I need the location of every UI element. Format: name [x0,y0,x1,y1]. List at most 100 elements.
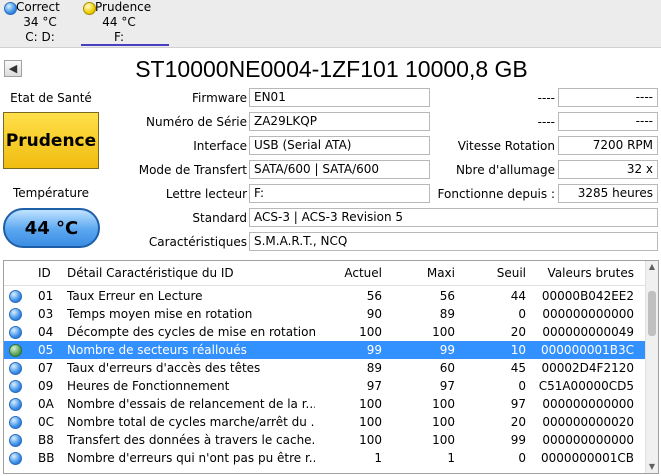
disk-tab-drives: C: D: [25,30,55,44]
smart-row[interactable]: 04 Décompte des cycles de mise en rotatio… [4,323,647,341]
interface-value: USB (Serial ATA) [249,136,430,155]
col-threshold-header[interactable]: Seuil [464,266,526,280]
disk-tab-status: Prudence [95,0,152,14]
smart-row[interactable]: 03 Temps moyen mise en rotation 90 89 0 00000… [4,305,647,323]
attr-id: 01 [38,289,54,303]
attr-name: Transfert des données à travers le cache… [67,433,315,447]
status-dot-icon [9,416,22,429]
attr-worst: 60 [439,361,455,375]
interface-label: Interface [193,139,247,153]
status-dot-icon [9,398,22,411]
blank-label-2: ---- [537,115,555,129]
attr-worst: 100 [432,433,455,447]
attr-name: Nombre total de cycles marche/arrêt du .… [67,415,315,429]
attr-raw-value: 00000B042EE2 [541,289,634,303]
attr-id: 0C [38,415,55,429]
disk-title: ST10000NE0004-1ZF101 10000,8 GB [135,56,528,82]
smart-row[interactable]: 0A Nombre d'essais de relancement de la r… [4,395,647,413]
attr-current: 56 [366,289,382,303]
attr-worst: 56 [439,289,455,303]
blank-label-1: ---- [537,91,555,105]
attr-raw-value: C51A00000CD5 [538,379,634,393]
smart-row[interactable]: 05 Nombre de secteurs réalloués 99 99 10 0000… [4,341,647,359]
disk-tab-prudence[interactable]: Prudence 44 °C F: [79,0,169,46]
standard-value: ACS-3 | ACS-3 Revision 5 [249,208,658,227]
attr-id: 09 [38,379,54,393]
attr-threshold: 20 [510,415,526,429]
status-dot-icon [9,452,22,465]
smart-row[interactable]: 0C Nombre total de cycles marche/arrêt du… [4,413,647,431]
col-current-header[interactable]: Actuel [304,266,382,280]
attr-current: 100 [359,325,382,339]
smart-row[interactable]: BB Nombre d'erreurs qui n'ont pas pu être… [4,449,647,467]
scroll-down-icon[interactable]: ▼ [646,461,658,473]
col-id-header[interactable]: ID [38,266,51,280]
attr-name: Temps moyen mise en rotation [67,307,253,321]
smart-row[interactable]: 09 Heures de Fonctionnement 97 97 0 C51A00000… [4,377,647,395]
attr-name: Taux d'erreurs d'accès des têtes [67,361,261,375]
attr-raw-value: 0000000001CB [541,451,634,465]
rotation-speed-label: Vitesse Rotation [457,139,555,153]
attr-threshold: 0 [518,307,526,321]
scroll-up-icon[interactable]: ▲ [646,261,658,273]
smart-row[interactable]: 07 Taux d'erreurs d'accès des têtes 89 60 45… [4,359,647,377]
attr-id: 07 [38,361,54,375]
attr-raw-value: 000000000000 [542,307,634,321]
firmware-value: EN01 [249,88,430,107]
disk-tab-status: Correct [16,0,60,14]
attr-threshold: 0 [518,451,526,465]
attr-worst: 99 [439,343,455,357]
attr-current: 89 [366,361,382,375]
attr-threshold: 45 [510,361,526,375]
features-label: Caractéristiques [148,235,247,249]
disk-tab-bar: Correct 34 °C C: D: Prudence 44 °C F: [0,0,661,48]
attr-current: 100 [359,433,382,447]
scrollbar-thumb[interactable] [648,291,656,336]
attr-name: Décompte des cycles de mise en rotation [67,325,315,339]
col-worst-header[interactable]: Maxi [389,266,455,280]
attr-threshold: 97 [510,397,526,411]
drive-letter-label: Lettre lecteur [165,187,247,201]
attr-name: Nombre d'erreurs qui n'ont pas pu être r… [67,451,315,465]
attr-threshold: 44 [510,289,526,303]
attr-current: 1 [374,451,382,465]
attr-current: 100 [359,397,382,411]
attr-worst: 89 [439,307,455,321]
attr-worst: 100 [432,397,455,411]
smart-table-header: ID Détail Caractéristique du ID Actuel M… [4,261,647,286]
attr-current: 97 [366,379,382,393]
power-count-value: 32 x [558,160,658,179]
attr-id: B8 [38,433,54,447]
firmware-label: Firmware [192,91,247,105]
attr-id: 05 [38,343,54,357]
attr-threshold: 20 [510,325,526,339]
attr-raw-value: 000000000000 [542,433,634,447]
disk-tab-drives: F: [113,30,124,44]
status-dot-icon [9,290,22,303]
status-dot-icon [9,434,22,447]
power-hours-value: 3285 heures [558,184,658,203]
rotation-speed-value: 7200 RPM [558,136,658,155]
status-dot-icon [9,362,22,375]
disk-tab-correct[interactable]: Correct 34 °C C: D: [0,0,80,46]
smart-row[interactable]: B8 Transfert des données à travers le cac… [4,431,647,449]
col-name-header[interactable]: Détail Caractéristique du ID [67,266,234,280]
status-dot-icon [9,308,22,321]
transfer-mode-value: SATA/600 | SATA/600 [249,160,430,179]
disk-tab-temp: 44 °C [102,15,136,29]
health-status-button[interactable]: Prudence [3,112,99,169]
smart-row[interactable]: 01 Taux Erreur en Lecture 56 56 44 00000B042E… [4,287,647,305]
attr-raw-value: 000000001B3C [541,343,634,357]
smart-table[interactable]: ID Détail Caractéristique du ID Actuel M… [3,260,659,474]
vertical-scrollbar[interactable]: ▲ ▼ [645,261,658,473]
temperature-badge[interactable]: 44 °C [3,208,100,248]
attr-raw-value: 000000000020 [542,415,634,429]
attr-worst: 1 [447,451,455,465]
status-dot-icon [9,380,22,393]
health-label: Etat de Santé [10,91,92,105]
attr-worst: 100 [432,325,455,339]
attr-raw-value: 000000000049 [542,325,634,339]
col-raw-header[interactable]: Valeurs brutes [532,266,634,280]
attr-raw-value: 000000000000 [542,397,634,411]
serial-label: Numéro de Série [146,115,247,129]
